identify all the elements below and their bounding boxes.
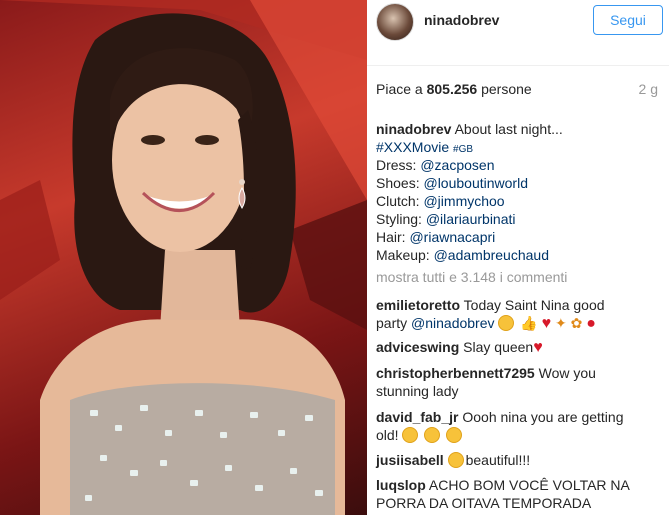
credit-handle[interactable]: @zacposen bbox=[420, 157, 494, 173]
photo-illustration bbox=[0, 0, 367, 515]
likes-prefix: Piace a bbox=[376, 81, 423, 97]
bee-emoji-icon: ✿ bbox=[570, 315, 583, 331]
likes-text: Piace a 805.256 persone bbox=[376, 81, 532, 97]
credit-label: Shoes: bbox=[376, 175, 420, 191]
balloon-emoji-icon: ● bbox=[586, 315, 596, 332]
smiley-emoji-icon bbox=[498, 315, 515, 331]
comment: david_fab_jr Oooh nina you are getting o… bbox=[376, 408, 666, 444]
post-username[interactable]: ninadobrev bbox=[424, 12, 499, 28]
post-details-panel: ninadobrev Segui Piace a 805.256 persone… bbox=[367, 0, 669, 515]
party-popper-emoji-icon: ✦ bbox=[555, 315, 567, 331]
post-caption: ninadobrev About last night... #XXXMovie… bbox=[376, 120, 666, 264]
comment-username[interactable]: jusiisabell bbox=[376, 452, 444, 468]
credit-handle[interactable]: @adambreuchaud bbox=[434, 247, 549, 263]
post-photo[interactable] bbox=[0, 0, 367, 515]
comment-text: Oooh nina you are getting bbox=[462, 409, 624, 425]
heart-emoji-icon: ♥ bbox=[541, 315, 552, 332]
crying-face-emoji-icon bbox=[446, 427, 463, 443]
likes-suffix: persone bbox=[481, 81, 532, 97]
comment-text: old! bbox=[376, 427, 399, 443]
heart-emoji-icon: ♥ bbox=[533, 339, 543, 356]
comment: luqslop ACHO BOM VOCÊ VOLTAR NA PORRA DA… bbox=[376, 476, 666, 512]
comment-mention[interactable]: @ninadobrev bbox=[411, 315, 495, 331]
credit-handle[interactable]: @ilariaurbinati bbox=[426, 211, 516, 227]
caption-text: About last night... bbox=[454, 121, 563, 137]
comment: adviceswing Slay queen♥ bbox=[376, 338, 666, 357]
hashtag-link[interactable]: #XXXMovie bbox=[376, 139, 449, 155]
thumbs-up-emoji-icon: 👍 bbox=[520, 315, 538, 331]
comment-text: Wow you bbox=[538, 365, 596, 381]
caption-author[interactable]: ninadobrev bbox=[376, 121, 451, 137]
credit-label: Makeup: bbox=[376, 247, 430, 263]
comment-text: ACHO BOM VOCÊ VOLTAR NA bbox=[428, 477, 630, 493]
comment: emilietoretto Today Saint Nina good part… bbox=[376, 296, 666, 333]
comment-username[interactable]: christopherbennett7295 bbox=[376, 365, 535, 381]
comment-text: beautiful!!! bbox=[465, 452, 531, 468]
comment-username[interactable]: luqslop bbox=[376, 477, 426, 493]
view-all-comments-link[interactable]: mostra tutti e 3.148 i commenti bbox=[376, 269, 567, 285]
post-timestamp[interactable]: 2 g bbox=[639, 81, 658, 97]
comment: jusiisabell beautiful!!! bbox=[376, 451, 666, 469]
comment-text: stunning lady bbox=[376, 383, 459, 399]
credit-label: Dress: bbox=[376, 157, 417, 173]
comment-username[interactable]: david_fab_jr bbox=[376, 409, 458, 425]
post-header: ninadobrev Segui bbox=[367, 0, 669, 66]
sad-face-emoji-icon bbox=[402, 427, 419, 443]
comment-text: party bbox=[376, 315, 412, 331]
credit-handle[interactable]: @jimmychoo bbox=[423, 193, 504, 209]
credit-handle[interactable]: @louboutinworld bbox=[423, 175, 528, 191]
credit-label: Hair: bbox=[376, 229, 406, 245]
hashtag-link-gb[interactable]: #GB bbox=[453, 144, 473, 155]
credit-handle[interactable]: @riawnacapri bbox=[409, 229, 495, 245]
likes-count[interactable]: 805.256 bbox=[427, 81, 478, 97]
comment-text: PORRA DA OITAVA TEMPORADA bbox=[376, 495, 592, 511]
comment-username[interactable]: adviceswing bbox=[376, 339, 459, 355]
comment: christopherbennett7295 Wow you stunning … bbox=[376, 364, 666, 400]
avatar[interactable] bbox=[376, 3, 414, 41]
comment-text: Today Saint Nina good bbox=[463, 297, 605, 313]
comment-username[interactable]: emilietoretto bbox=[376, 297, 460, 313]
credit-label: Styling: bbox=[376, 211, 422, 227]
follow-button[interactable]: Segui bbox=[593, 5, 663, 35]
sad-face-emoji-icon bbox=[424, 427, 441, 443]
likes-row: Piace a 805.256 persone 2 g bbox=[376, 81, 666, 101]
heart-eyes-emoji-icon bbox=[447, 452, 464, 468]
credit-label: Clutch: bbox=[376, 193, 420, 209]
comment-text: Slay queen bbox=[463, 339, 534, 355]
